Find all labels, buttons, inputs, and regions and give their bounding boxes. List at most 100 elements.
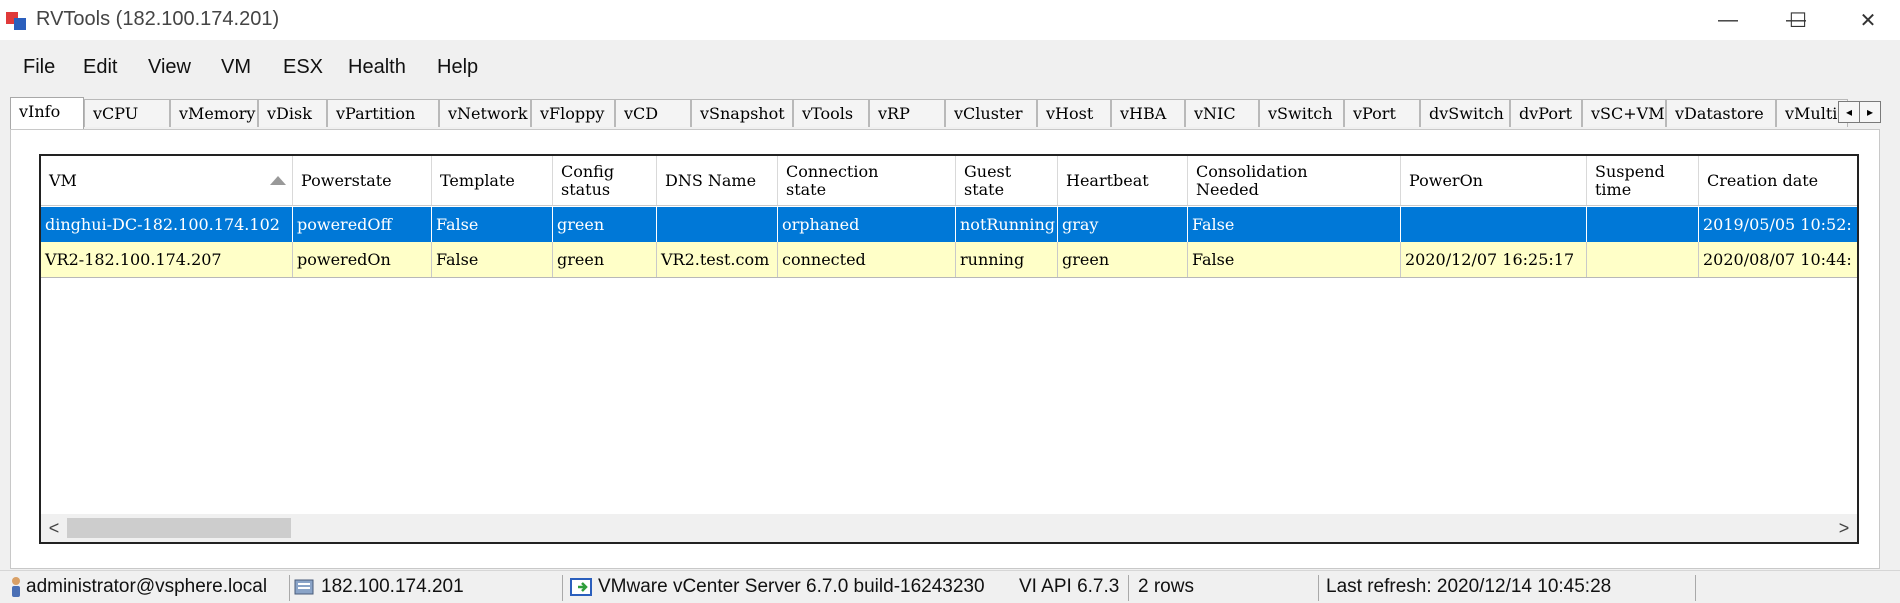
cell-heartbeat: green bbox=[1058, 242, 1188, 277]
status-server: VMware vCenter Server 6.7.0 build-162432… bbox=[570, 571, 985, 603]
menu-file[interactable]: File bbox=[23, 56, 55, 79]
scroll-right-button[interactable]: > bbox=[1831, 514, 1857, 542]
menu-view[interactable]: View bbox=[148, 56, 191, 79]
status-user: administrator@vsphere.local bbox=[10, 571, 267, 603]
grid-header: VM Powerstate Template Config status DNS… bbox=[41, 156, 1857, 206]
tab-vsnapshot[interactable]: vSnapshot bbox=[691, 99, 793, 127]
cell-suspend-time bbox=[1587, 207, 1699, 242]
tab-vswitch[interactable]: vSwitch bbox=[1259, 99, 1344, 127]
close-button[interactable]: ✕ bbox=[1840, 0, 1896, 40]
status-rows: 2 rows bbox=[1138, 571, 1194, 603]
status-separator bbox=[562, 575, 563, 601]
tab-dvport[interactable]: dvPort bbox=[1510, 99, 1582, 127]
cell-config-status: green bbox=[553, 207, 657, 242]
menu-vm[interactable]: VM bbox=[221, 56, 251, 79]
column-header-dns-name[interactable]: DNS Name bbox=[657, 156, 778, 205]
chevron-right-icon: > bbox=[1838, 517, 1850, 538]
tab-vhba[interactable]: vHBA bbox=[1111, 99, 1185, 127]
server-version: VMware vCenter Server 6.7.0 build-162432… bbox=[598, 576, 985, 597]
cell-template: False bbox=[432, 207, 553, 242]
api-version: VI API 6.7.3 bbox=[1019, 576, 1120, 597]
tab-vfloppy[interactable]: vFloppy bbox=[531, 99, 615, 127]
cell-creation-date: 2019/05/05 10:52: bbox=[1699, 207, 1857, 242]
cell-vm: VR2-182.100.174.207 bbox=[41, 242, 293, 277]
tab-vnic[interactable]: vNIC bbox=[1185, 99, 1259, 127]
status-separator bbox=[1318, 575, 1319, 601]
table-row[interactable]: VR2-182.100.174.207 poweredOn False gree… bbox=[41, 242, 1857, 278]
cell-config-status: green bbox=[553, 242, 657, 277]
menu-help[interactable]: Help bbox=[437, 56, 478, 79]
status-bar: administrator@vsphere.local 182.100.174.… bbox=[0, 570, 1900, 603]
tab-vcpu[interactable]: vCPU bbox=[84, 99, 170, 127]
chevron-left-icon: < bbox=[48, 517, 60, 538]
table-row[interactable]: dinghui-DC-182.100.174.102 poweredOff Fa… bbox=[41, 207, 1857, 242]
tab-vcd[interactable]: vCD bbox=[615, 99, 691, 127]
column-header-creation-date[interactable]: Creation date bbox=[1699, 156, 1857, 205]
menu-health[interactable]: Health bbox=[348, 56, 406, 79]
scroll-left-button[interactable]: < bbox=[41, 514, 67, 542]
maximize-icon: ☐ bbox=[1789, 9, 1807, 32]
cell-guest-state: running bbox=[956, 242, 1058, 277]
cell-dns-name: VR2.test.com bbox=[657, 242, 778, 277]
tab-dvswitch[interactable]: dvSwitch bbox=[1420, 99, 1510, 127]
tab-scroll-right-button[interactable]: ▸ bbox=[1859, 101, 1881, 123]
cell-poweron: 2020/12/07 16:25:17 bbox=[1401, 242, 1587, 277]
cell-powerstate: poweredOff bbox=[293, 207, 432, 242]
tab-strip: vInfo vCPU vMemory vDisk vPartition vNet… bbox=[10, 97, 1881, 129]
status-separator bbox=[289, 575, 290, 601]
sort-ascending-icon bbox=[270, 176, 286, 185]
tab-vport[interactable]: vPort bbox=[1344, 99, 1420, 127]
status-host: 182.100.174.201 bbox=[293, 571, 464, 603]
scrollbar-thumb[interactable] bbox=[67, 518, 291, 538]
cell-consolidation-needed: False bbox=[1188, 242, 1401, 277]
cell-heartbeat: gray bbox=[1058, 207, 1188, 242]
tab-vcluster[interactable]: vCluster bbox=[945, 99, 1037, 127]
tab-vnetwork[interactable]: vNetwork bbox=[439, 99, 531, 127]
host-ip: 182.100.174.201 bbox=[321, 576, 464, 597]
tab-vdatastore[interactable]: vDatastore bbox=[1666, 99, 1776, 127]
tab-vsc-vmk[interactable]: vSC+VMK bbox=[1582, 99, 1666, 127]
vinfo-grid[interactable]: VM Powerstate Template Config status DNS… bbox=[39, 154, 1859, 544]
arrow-left-icon: ◂ bbox=[1845, 105, 1853, 119]
column-header-poweron[interactable]: PowerOn bbox=[1401, 156, 1587, 205]
tab-vpartition[interactable]: vPartition bbox=[327, 99, 439, 127]
maximize-button[interactable]: ☐ bbox=[1770, 0, 1826, 40]
cell-connection-state: orphaned bbox=[778, 207, 956, 242]
window-title: RVTools (182.100.174.201) bbox=[36, 8, 280, 30]
column-header-powerstate[interactable]: Powerstate bbox=[293, 156, 432, 205]
server-icon bbox=[294, 579, 314, 595]
last-refresh-text: Last refresh: 2020/12/14 10:45:28 bbox=[1326, 576, 1612, 597]
column-header-connection-state[interactable]: Connection state bbox=[778, 156, 956, 205]
tab-vrp[interactable]: vRP bbox=[869, 99, 945, 127]
horizontal-scrollbar[interactable]: < > bbox=[41, 514, 1857, 542]
tab-vtools[interactable]: vTools bbox=[793, 99, 869, 127]
cell-poweron bbox=[1401, 207, 1587, 242]
column-header-guest-state[interactable]: Guest state bbox=[956, 156, 1058, 205]
cell-vm: dinghui-DC-182.100.174.102 bbox=[41, 207, 293, 242]
tab-vhost[interactable]: vHost bbox=[1037, 99, 1111, 127]
column-header-label: VM bbox=[49, 170, 77, 190]
cell-dns-name bbox=[657, 207, 778, 242]
tab-vinfo[interactable]: vInfo bbox=[10, 97, 84, 129]
menu-edit[interactable]: Edit bbox=[83, 56, 117, 79]
column-header-consolidation-needed[interactable]: Consolidation Needed bbox=[1188, 156, 1401, 205]
menu-bar: File Edit View VM ESX Health Help bbox=[0, 46, 1900, 90]
column-header-config-status[interactable]: Config status bbox=[553, 156, 657, 205]
cell-powerstate: poweredOn bbox=[293, 242, 432, 277]
user-name: administrator@vsphere.local bbox=[26, 576, 268, 597]
status-api: VI API 6.7.3 bbox=[1019, 571, 1119, 603]
column-header-suspend-time[interactable]: Suspend time bbox=[1587, 156, 1699, 205]
tab-vdisk[interactable]: vDisk bbox=[258, 99, 327, 127]
column-header-template[interactable]: Template bbox=[432, 156, 553, 205]
tab-scroll-left-button[interactable]: ◂ bbox=[1838, 101, 1860, 123]
minimize-glyph-icon: — bbox=[1718, 8, 1738, 31]
cell-guest-state: notRunning bbox=[956, 207, 1058, 242]
arrow-right-icon: ▸ bbox=[1866, 105, 1874, 119]
column-header-vm[interactable]: VM bbox=[41, 156, 293, 205]
cell-consolidation-needed: False bbox=[1188, 207, 1401, 242]
tab-vmemory[interactable]: vMemory bbox=[170, 99, 258, 127]
column-header-heartbeat[interactable]: Heartbeat bbox=[1058, 156, 1188, 205]
menu-esx[interactable]: ESX bbox=[283, 56, 323, 79]
close-icon: ✕ bbox=[1859, 9, 1877, 32]
minimize-control[interactable]: — bbox=[1700, 0, 1756, 40]
